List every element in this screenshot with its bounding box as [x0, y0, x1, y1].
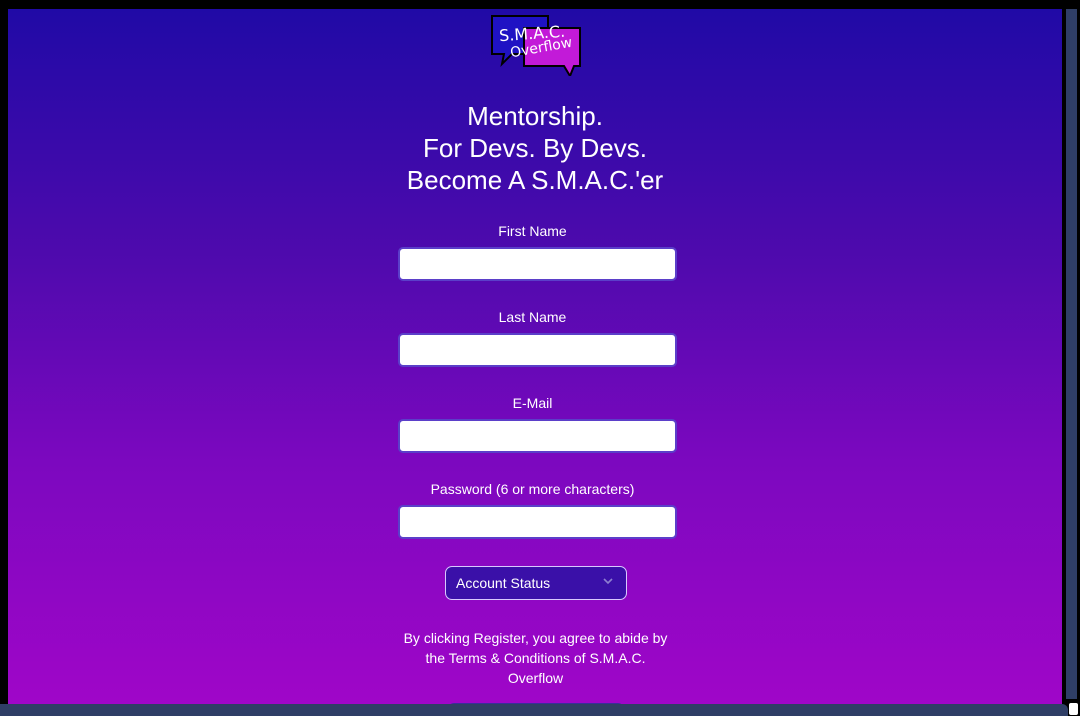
headline-line-1: Mentorship.	[467, 101, 603, 131]
smac-overflow-logo[interactable]: S.M.A.C. Overflow	[490, 12, 582, 76]
email-input[interactable]	[398, 419, 677, 453]
last-name-label: Last Name	[498, 309, 567, 325]
horizontal-scrollbar[interactable]	[0, 704, 1068, 716]
password-label: Password (6 or more characters)	[430, 481, 635, 497]
email-label: E-Mail	[512, 395, 553, 411]
terms-notice: By clicking Register, you agree to abide…	[403, 630, 668, 686]
page-background: S.M.A.C. Overflow Mentorship. For Devs. …	[8, 9, 1062, 707]
password-input[interactable]	[398, 505, 677, 539]
last-name-input[interactable]	[398, 333, 677, 367]
account-status-value: Account Status	[456, 575, 551, 591]
vertical-scrollbar[interactable]	[1066, 9, 1077, 699]
headline-line-2: For Devs. By Devs.	[423, 133, 647, 163]
chevron-down-icon	[603, 578, 613, 585]
page-headline: Mentorship. For Devs. By Devs. Become A …	[8, 100, 1062, 196]
resize-corner[interactable]	[1069, 703, 1078, 715]
headline-line-3: Become A S.M.A.C.'er	[406, 165, 664, 195]
account-status-select[interactable]: Account Status	[445, 566, 627, 600]
first-name-label: First Name	[498, 223, 567, 239]
first-name-input[interactable]	[398, 247, 677, 281]
